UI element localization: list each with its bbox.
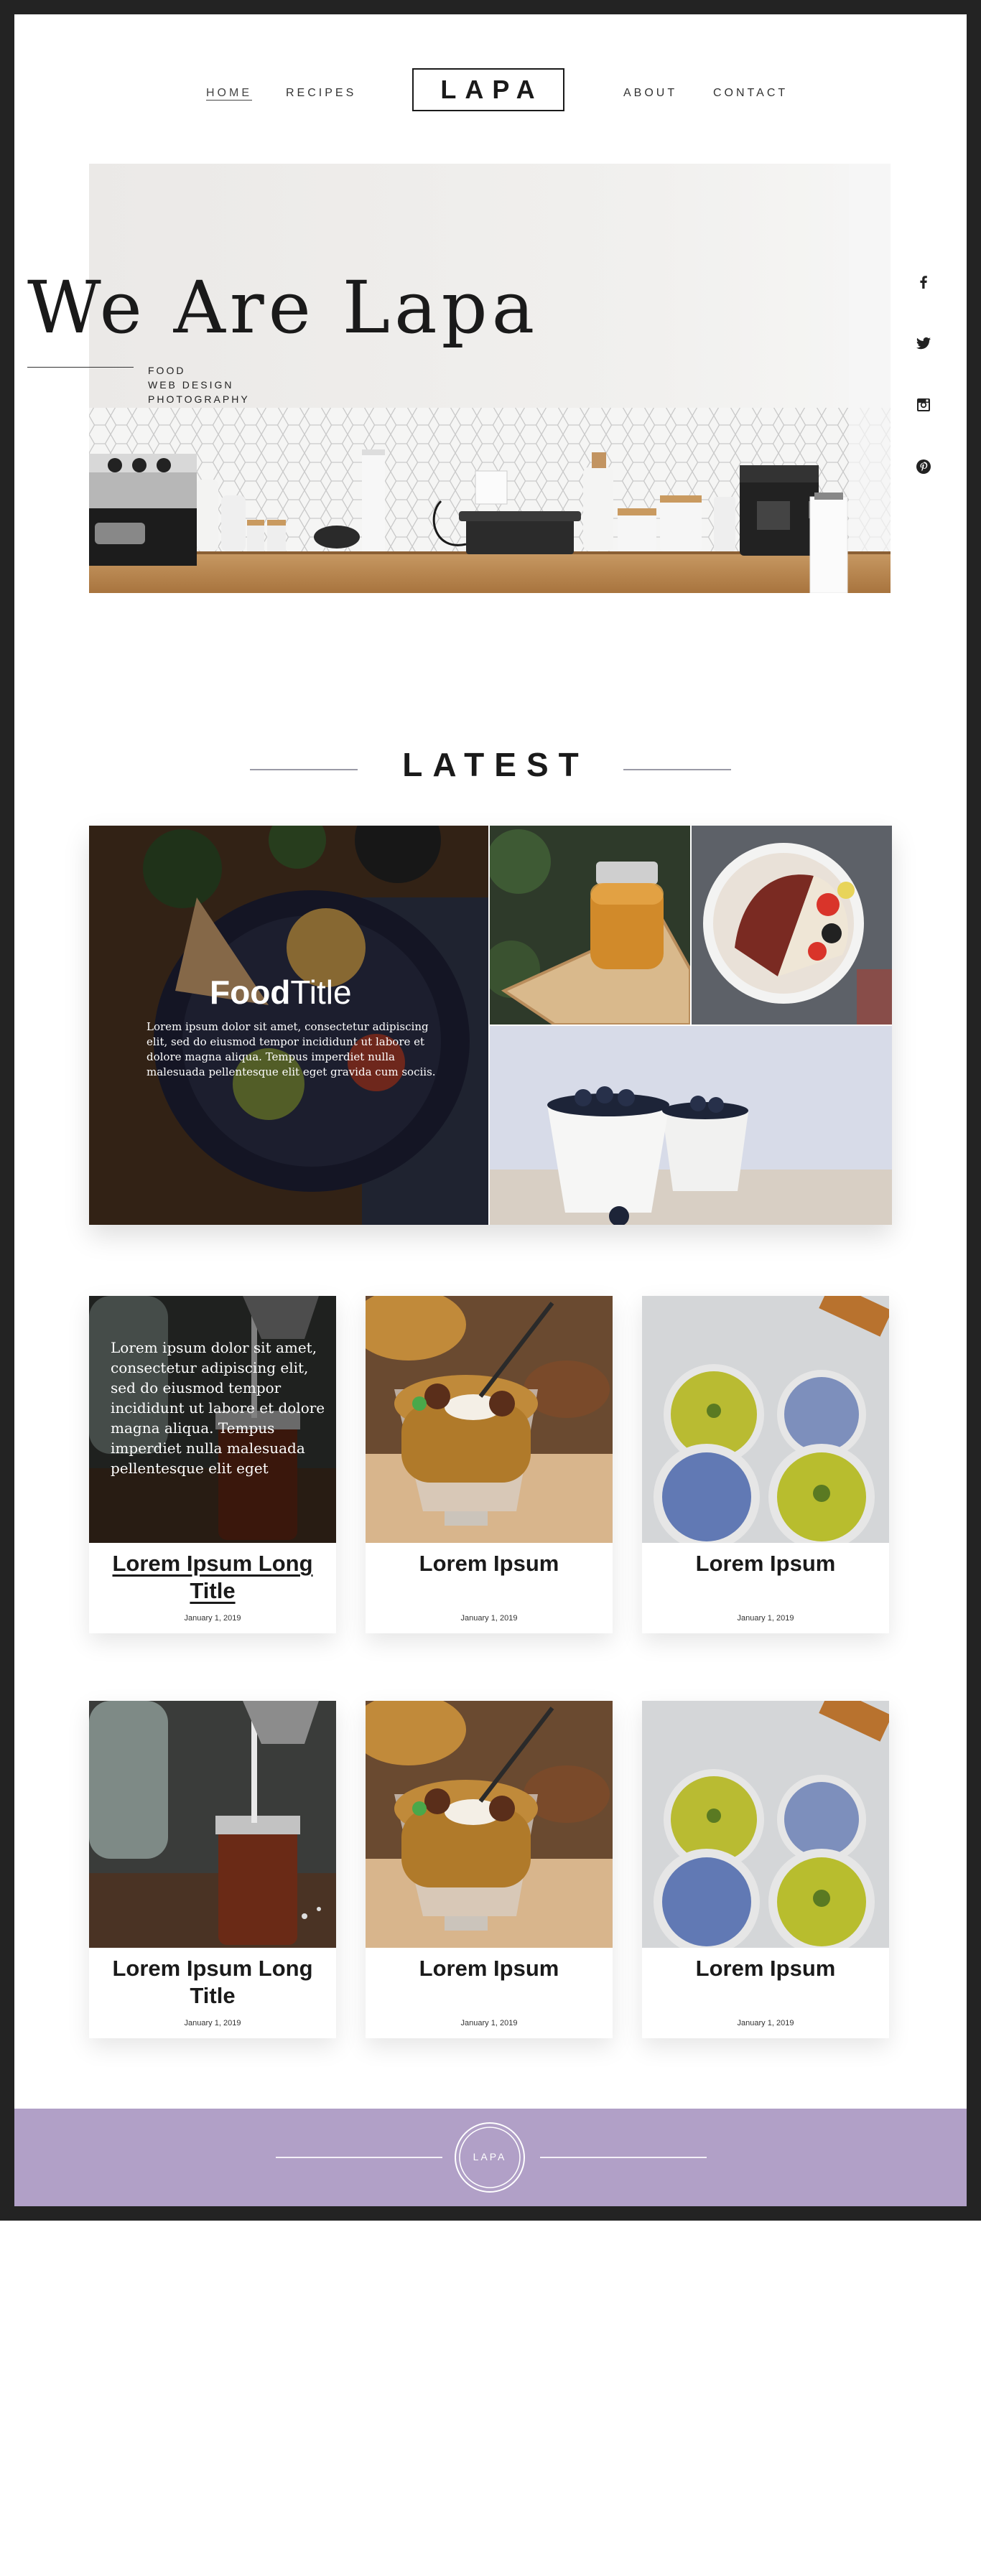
pudding-image [366, 1701, 613, 1948]
hero-tag-photography: PHOTOGRAPHY [148, 393, 250, 405]
feature-text: Lorem ipsum dolor sit amet, consectetur … [147, 1020, 436, 1078]
smoothie-bowl-image[interactable] [692, 826, 892, 1025]
hero-divider [27, 367, 134, 368]
hero-tag-food: FOOD [148, 365, 186, 376]
feature-title: FoodTitle [210, 974, 352, 1011]
pudding-image [366, 1296, 613, 1543]
nav-about-link[interactable]: ABOUT [623, 87, 677, 100]
hero-tag-web-design: WEB DESIGN [148, 379, 234, 391]
footer-divider-left [276, 2157, 442, 2158]
card-title[interactable]: Lorem Ipsum [649, 1955, 882, 1982]
pinterest-icon[interactable] [915, 458, 932, 475]
page: HOME RECIPES LAPA ABOUT CONTACT We Are L… [14, 14, 967, 2206]
card-title[interactable]: Lorem Ipsum [373, 1550, 605, 1577]
card-date: January 1, 2019 [737, 1614, 794, 1623]
footer: LAPA [14, 2109, 967, 2206]
nav-home-link[interactable]: HOME [206, 87, 252, 100]
smoothie-jars-image [642, 1701, 889, 1948]
smoothie-jars-image [642, 1296, 889, 1543]
card-title[interactable]: Lorem Ipsum [649, 1550, 882, 1577]
card-overlay-text: Lorem ipsum dolor sit amet, consectetur … [111, 1339, 325, 1477]
feature-card[interactable]: FoodTitle Lorem ipsum dolor sit amet, co… [89, 826, 488, 1225]
feature-grid: FoodTitle Lorem ipsum dolor sit amet, co… [89, 826, 892, 1225]
card-date: January 1, 2019 [184, 2019, 241, 2027]
latest-heading: LATEST [402, 746, 589, 783]
site-logo[interactable]: LAPA [412, 68, 564, 111]
post-card[interactable]: Lorem ipsum dolor sit amet, consectetur … [89, 1296, 336, 1633]
hero-title: We Are Lapa [27, 266, 539, 350]
card-title-link[interactable]: Lorem Ipsum Long Title [96, 1550, 329, 1605]
post-card[interactable]: Lorem Ipsum Long Title January 1, 2019 [89, 1701, 336, 2038]
instagram-icon[interactable] [915, 396, 932, 414]
post-card[interactable]: Lorem Ipsum January 1, 2019 [366, 1296, 613, 1633]
facebook-icon[interactable] [915, 273, 932, 290]
footer-divider-right [540, 2157, 707, 2158]
iced-coffee-image [89, 1701, 336, 1948]
card-date: January 1, 2019 [460, 2019, 518, 2027]
card-title[interactable]: Lorem Ipsum [373, 1955, 605, 1982]
post-card[interactable]: Lorem Ipsum January 1, 2019 [642, 1701, 889, 2038]
blueberries-image[interactable] [490, 1026, 892, 1225]
twitter-icon[interactable] [915, 335, 932, 352]
post-card[interactable]: Lorem Ipsum January 1, 2019 [366, 1701, 613, 2038]
nav-recipes-link[interactable]: RECIPES [286, 87, 356, 100]
card-date: January 1, 2019 [184, 1614, 241, 1623]
nav-contact-link[interactable]: CONTACT [713, 87, 788, 100]
honey-jar-image[interactable] [490, 826, 690, 1025]
post-card[interactable]: Lorem Ipsum January 1, 2019 [642, 1296, 889, 1633]
hero-image [89, 164, 891, 593]
card-title[interactable]: Lorem Ipsum Long Title [96, 1955, 329, 2010]
card-date: January 1, 2019 [460, 1614, 518, 1623]
latest-divider-right [623, 769, 731, 770]
card-date: January 1, 2019 [737, 2019, 794, 2027]
footer-logo-text: LAPA [473, 2151, 507, 2162]
